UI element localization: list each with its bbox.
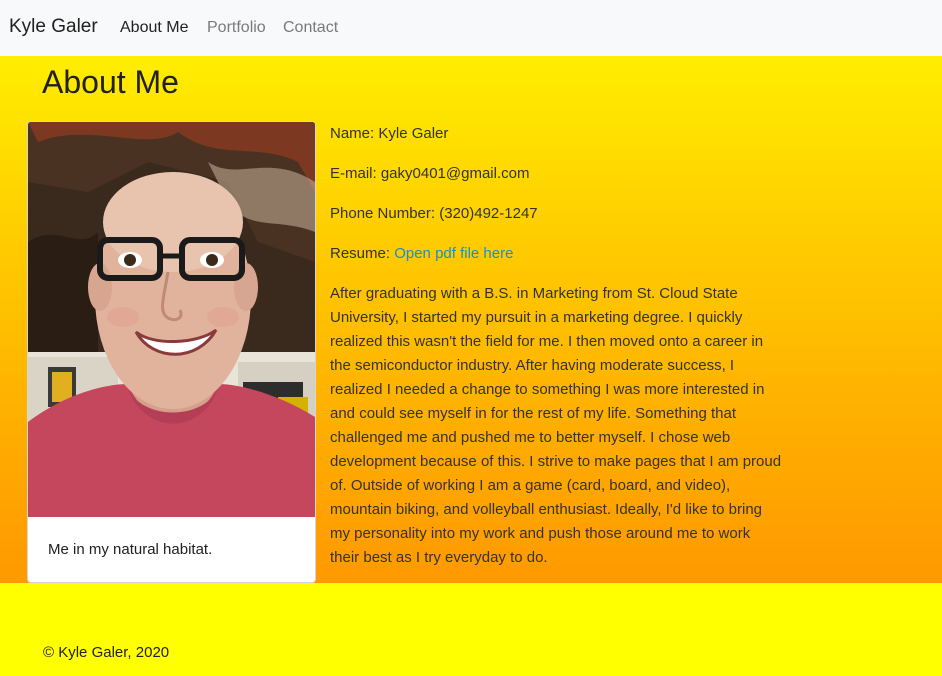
photo-caption: Me in my natural habitat. bbox=[48, 541, 213, 558]
name-value: Kyle Galer bbox=[378, 125, 449, 142]
phone-label: Phone Number: bbox=[330, 205, 436, 222]
email-label: E-mail: bbox=[330, 165, 377, 182]
name-label: Name: bbox=[330, 125, 375, 142]
phone-value: (320)492-1247 bbox=[439, 205, 538, 222]
nav-link-portfolio[interactable]: Portfolio bbox=[207, 19, 266, 37]
navbar: Kyle Galer About Me Portfolio Contact bbox=[0, 0, 942, 56]
email-line: E-mail: gaky0401@gmail.com bbox=[330, 162, 782, 186]
email-value: gaky0401@gmail.com bbox=[380, 165, 530, 182]
resume-line: Resume: Open pdf file here bbox=[330, 242, 782, 266]
footer-copyright: © Kyle Galer, 2020 bbox=[43, 644, 170, 661]
nav-link-contact[interactable]: Contact bbox=[283, 19, 338, 37]
profile-photo bbox=[28, 122, 315, 517]
resume-link[interactable]: Open pdf file here bbox=[394, 245, 513, 262]
about-section: About Me Me in my natural habitat. Name:… bbox=[0, 56, 942, 583]
navbar-brand[interactable]: Kyle Galer bbox=[9, 16, 98, 38]
nav-link-about-me[interactable]: About Me bbox=[120, 19, 188, 37]
name-line: Name: Kyle Galer bbox=[330, 122, 782, 146]
info-panel: Name: Kyle Galer E-mail: gaky0401@gmail.… bbox=[330, 122, 782, 586]
page-title: About Me bbox=[42, 64, 179, 100]
bio-paragraph: After graduating with a B.S. in Marketin… bbox=[330, 285, 782, 566]
profile-card: Me in my natural habitat. bbox=[27, 121, 316, 583]
resume-label: Resume: bbox=[330, 245, 391, 262]
phone-line: Phone Number: (320)492-1247 bbox=[330, 202, 782, 226]
